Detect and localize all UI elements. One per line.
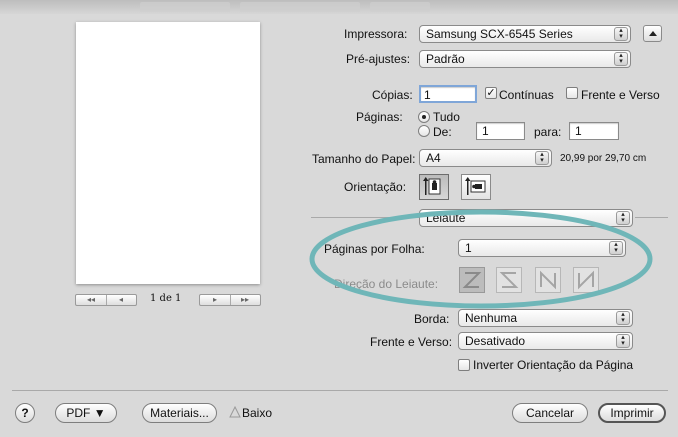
highlight-ellipse [309,209,653,309]
warning-triangle-icon [229,406,241,418]
print-button[interactable]: Imprimir [598,403,666,423]
cancel-button[interactable]: Cancelar [512,403,588,423]
pdf-menu-button[interactable]: PDF ▼ [55,403,117,423]
supplies-button[interactable]: Materiais... [142,403,217,423]
bottom-separator [12,390,668,391]
help-button[interactable]: ? [15,403,35,423]
supplies-status: Baixo [242,406,273,420]
